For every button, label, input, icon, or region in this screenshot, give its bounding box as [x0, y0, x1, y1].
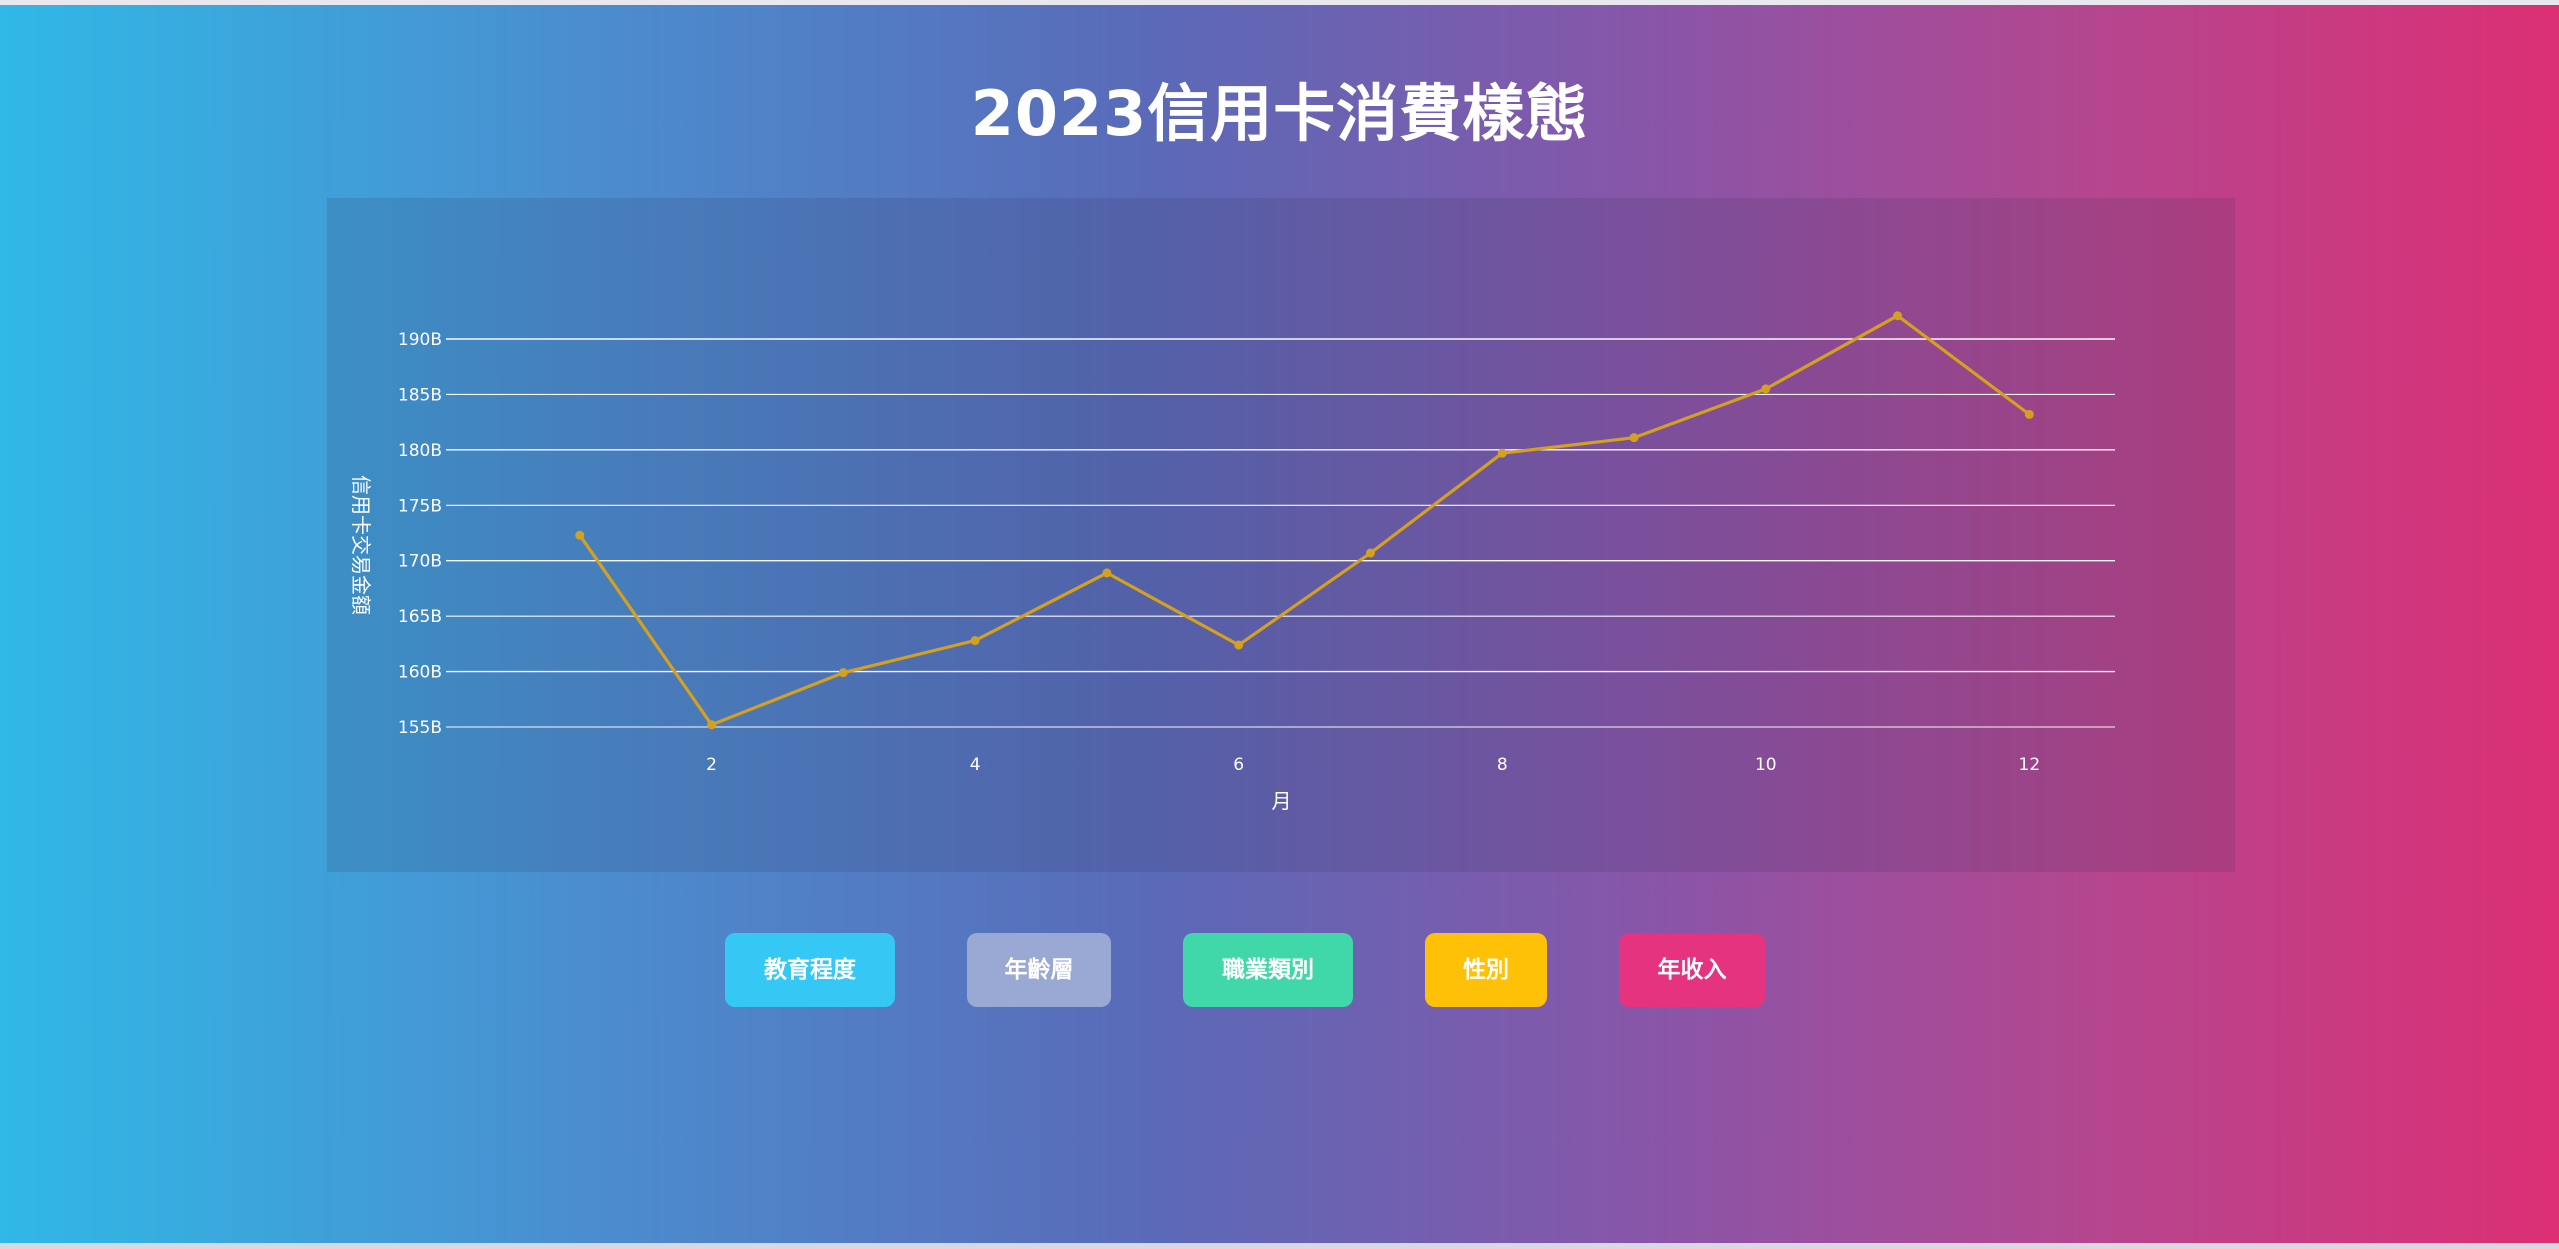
chart-panel: 155B 160B 165B 170B 175B 180B 185B 190B 2 4 6 8 10 12…	[327, 198, 2235, 872]
y-tick-label: 185B	[398, 385, 442, 405]
filter-button-row: 教育程度 年齡層 職業類別 性別 年收入	[0, 933, 2559, 1007]
data-point	[2024, 409, 2034, 419]
top-border	[0, 0, 2559, 5]
occupation-filter-button[interactable]: 職業類別	[1183, 933, 1353, 1007]
data-point	[707, 720, 717, 730]
x-tick-label: 4	[970, 755, 981, 775]
education-filter-button[interactable]: 教育程度	[725, 933, 895, 1007]
y-tick-label: 190B	[398, 330, 442, 350]
y-tick-label: 175B	[398, 496, 442, 516]
line-chart: 155B 160B 165B 170B 175B 180B 185B 190B 2 4 6 8 10 12…	[349, 311, 2115, 813]
y-tick-label: 155B	[398, 718, 442, 738]
page-title: 2023信用卡消費樣態	[970, 77, 1589, 150]
data-point	[1761, 384, 1771, 394]
y-axis-title: 信用卡交易金額	[349, 475, 373, 615]
data-point	[1893, 311, 1903, 321]
data-point	[838, 668, 848, 678]
x-axis-title: 月	[1272, 789, 1292, 813]
y-tick-label: 180B	[398, 441, 442, 461]
income-filter-button[interactable]: 年收入	[1619, 933, 1765, 1007]
data-point	[1102, 568, 1112, 578]
series-line	[578, 314, 2031, 727]
age-filter-button[interactable]: 年齡層	[967, 933, 1111, 1007]
x-tick-label: 6	[1233, 755, 1244, 775]
bottom-border	[0, 1243, 2559, 1249]
y-tick-label: 165B	[398, 607, 442, 627]
data-point	[1365, 548, 1375, 558]
y-tick-label: 160B	[398, 663, 442, 683]
x-tick-label: 10	[1755, 755, 1777, 775]
data-point	[970, 636, 980, 646]
x-tick-label: 12	[2019, 755, 2041, 775]
data-point	[575, 530, 585, 540]
data-point	[1497, 448, 1507, 458]
data-point	[1629, 433, 1639, 443]
y-tick-label: 170B	[398, 552, 442, 572]
data-point	[1234, 640, 1244, 650]
x-tick-label: 2	[706, 755, 717, 775]
gender-filter-button[interactable]: 性別	[1425, 933, 1547, 1007]
x-tick-label: 8	[1497, 755, 1508, 775]
